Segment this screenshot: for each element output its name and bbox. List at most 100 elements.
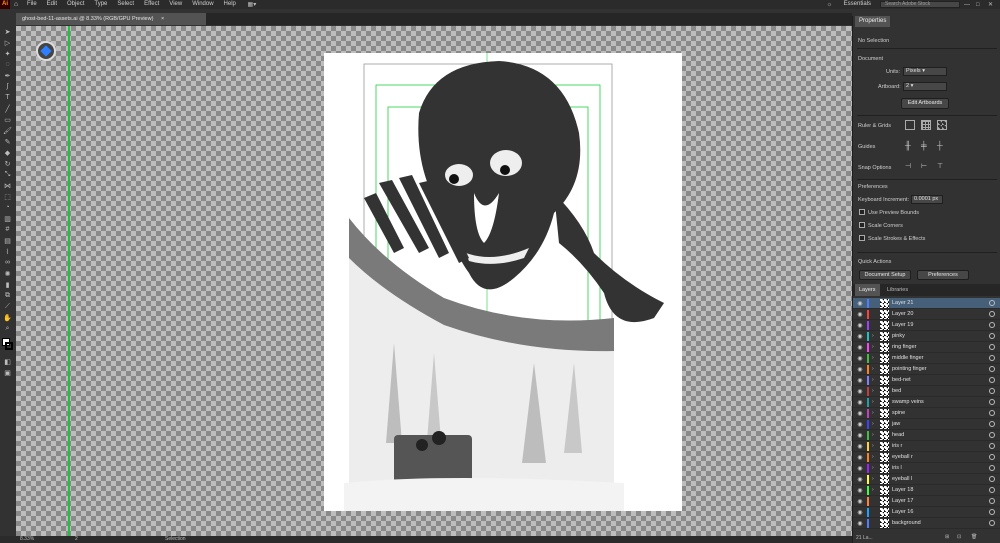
menu-file[interactable]: File xyxy=(22,0,42,9)
expand-chevron-icon[interactable]: › xyxy=(872,366,880,372)
minimize-button[interactable]: — xyxy=(964,2,976,8)
properties-tab[interactable]: Properties xyxy=(855,16,891,27)
artboard-navigator[interactable]: 2 xyxy=(75,536,78,543)
direct-selection-tool-icon[interactable]: ▷ xyxy=(0,37,15,48)
lock-guides-icon[interactable]: ╪ xyxy=(921,141,931,151)
layer-name[interactable]: Layer 19 xyxy=(892,322,989,328)
layer-name[interactable]: pinky xyxy=(892,333,989,339)
layer-target-icon[interactable] xyxy=(989,465,995,471)
snap-to-grid-icon[interactable]: ⊢ xyxy=(921,162,927,170)
paintbrush-tool-icon[interactable]: 🖌 xyxy=(0,125,15,136)
menu-effect[interactable]: Effect xyxy=(139,0,164,9)
menu-object[interactable]: Object xyxy=(62,0,89,9)
stock-search-input[interactable]: Search Adobe Stock xyxy=(880,1,960,8)
draw-mode-icon[interactable]: ◧ xyxy=(0,356,15,367)
layer-target-icon[interactable] xyxy=(989,377,995,383)
eye-icon[interactable]: ◉ xyxy=(853,388,867,395)
expand-chevron-icon[interactable]: › xyxy=(872,443,880,449)
eye-icon[interactable]: ◉ xyxy=(853,487,867,494)
layer-row[interactable]: ◉ › Layer 18 xyxy=(853,485,1000,496)
layer-row[interactable]: ◉ › bed xyxy=(853,386,1000,397)
layer-target-icon[interactable] xyxy=(989,333,995,339)
document-setup-button[interactable]: Document Setup xyxy=(859,270,911,280)
arrange-documents-icon[interactable]: ▦▾ xyxy=(241,1,263,8)
layer-name[interactable]: head xyxy=(892,432,989,438)
use-preview-bounds-checkbox[interactable] xyxy=(859,209,865,215)
layer-row[interactable]: ◉ Layer 19 xyxy=(853,320,1000,331)
eye-icon[interactable]: ◉ xyxy=(853,443,867,450)
artboard[interactable] xyxy=(324,53,682,511)
layer-row[interactable]: ◉ › middle finger xyxy=(853,353,1000,364)
zoom-tool-icon[interactable]: ⌕ xyxy=(0,323,15,334)
close-window-button[interactable]: ✕ xyxy=(988,1,1000,8)
shaper-tool-icon[interactable]: ✎ xyxy=(0,136,15,147)
artboard-dropdown[interactable]: 2 ▾ xyxy=(903,82,947,91)
layer-target-icon[interactable] xyxy=(989,300,995,306)
eye-icon[interactable]: ◉ xyxy=(853,311,867,318)
eye-icon[interactable]: ◉ xyxy=(853,377,867,384)
column-graph-tool-icon[interactable]: ▮ xyxy=(0,279,15,290)
eyedropper-tool-icon[interactable]: ⌇ xyxy=(0,246,15,257)
eye-icon[interactable]: ◉ xyxy=(853,322,867,329)
layer-target-icon[interactable] xyxy=(989,311,995,317)
preferences-button[interactable]: Preferences xyxy=(917,270,969,280)
eraser-tool-icon[interactable]: ◆ xyxy=(0,147,15,158)
layer-row[interactable]: ◉ › iris l xyxy=(853,463,1000,474)
units-dropdown[interactable]: Pixels ▾ xyxy=(903,67,947,76)
document-tab[interactable]: ghost-bed-11-assets.ai @ 8.33% (RGB/GPU … xyxy=(16,13,206,25)
ruler-icon[interactable] xyxy=(905,120,915,130)
artboard-tool-icon[interactable]: ⧉ xyxy=(0,290,15,301)
layer-row[interactable]: ◉ › spine xyxy=(853,408,1000,419)
symbol-sprayer-tool-icon[interactable]: ✺ xyxy=(0,268,15,279)
maximize-button[interactable]: □ xyxy=(976,2,988,8)
eye-icon[interactable]: ◉ xyxy=(853,344,867,351)
selection-tool-icon[interactable]: ➤ xyxy=(0,26,15,37)
expand-chevron-icon[interactable]: › xyxy=(872,399,880,405)
expand-chevron-icon[interactable]: › xyxy=(872,377,880,383)
scale-corners-checkbox[interactable] xyxy=(859,222,865,228)
expand-chevron-icon[interactable]: › xyxy=(872,388,880,394)
menu-select[interactable]: Select xyxy=(112,0,139,9)
snap-to-pixel-icon[interactable]: ⊤ xyxy=(937,162,943,170)
expand-chevron-icon[interactable]: › xyxy=(872,454,880,460)
layer-target-icon[interactable] xyxy=(989,454,995,460)
layers-tab[interactable]: Layers xyxy=(855,284,880,296)
layer-name[interactable]: eyeball r xyxy=(892,454,989,460)
free-transform-tool-icon[interactable]: ⬚ xyxy=(0,191,15,202)
menu-edit[interactable]: Edit xyxy=(42,0,62,9)
curvature-tool-icon[interactable]: ∫ xyxy=(0,81,15,92)
scale-tool-icon[interactable]: ⤡ xyxy=(0,169,15,180)
eye-icon[interactable]: ◉ xyxy=(853,498,867,505)
pen-tool-icon[interactable]: ✒ xyxy=(0,70,15,81)
layer-name[interactable]: Layer 16 xyxy=(892,509,989,515)
expand-chevron-icon[interactable]: › xyxy=(872,487,880,493)
new-layer-icon[interactable]: ⊞ xyxy=(945,534,949,540)
layer-target-icon[interactable] xyxy=(989,344,995,350)
layer-name[interactable]: spine xyxy=(892,410,989,416)
menu-type[interactable]: Type xyxy=(89,0,112,9)
perspective-grid-tool-icon[interactable]: ▥ xyxy=(0,213,15,224)
layer-name[interactable]: Layer 18 xyxy=(892,487,989,493)
layer-row[interactable]: ◉ › eyeball l xyxy=(853,474,1000,485)
eye-icon[interactable]: ◉ xyxy=(853,333,867,340)
layer-target-icon[interactable] xyxy=(989,520,995,526)
eye-icon[interactable]: ◉ xyxy=(853,300,867,307)
rotate-tool-icon[interactable]: ↻ xyxy=(0,158,15,169)
layer-name[interactable]: background xyxy=(892,520,989,526)
show-guides-icon[interactable]: ╫ xyxy=(905,141,915,151)
eye-icon[interactable]: ◉ xyxy=(853,410,867,417)
expand-chevron-icon[interactable]: › xyxy=(872,476,880,482)
eye-icon[interactable]: ◉ xyxy=(853,421,867,428)
layer-name[interactable]: bed xyxy=(892,388,989,394)
home-icon[interactable]: ⌂ xyxy=(10,1,22,8)
stroke-swatch[interactable] xyxy=(5,342,13,350)
libraries-tab[interactable]: Libraries xyxy=(883,284,912,296)
magic-wand-tool-icon[interactable]: ✦ xyxy=(0,48,15,59)
layer-row[interactable]: ◉ › swamp veins xyxy=(853,397,1000,408)
screen-mode-icon[interactable]: ▣ xyxy=(0,367,15,378)
layer-row[interactable]: ◉ Layer 20 xyxy=(853,309,1000,320)
mesh-tool-icon[interactable]: # xyxy=(0,224,15,235)
layer-name[interactable]: Layer 21 xyxy=(892,300,989,306)
transparency-grid-icon[interactable] xyxy=(937,120,947,130)
layer-name[interactable]: middle finger xyxy=(892,355,989,361)
